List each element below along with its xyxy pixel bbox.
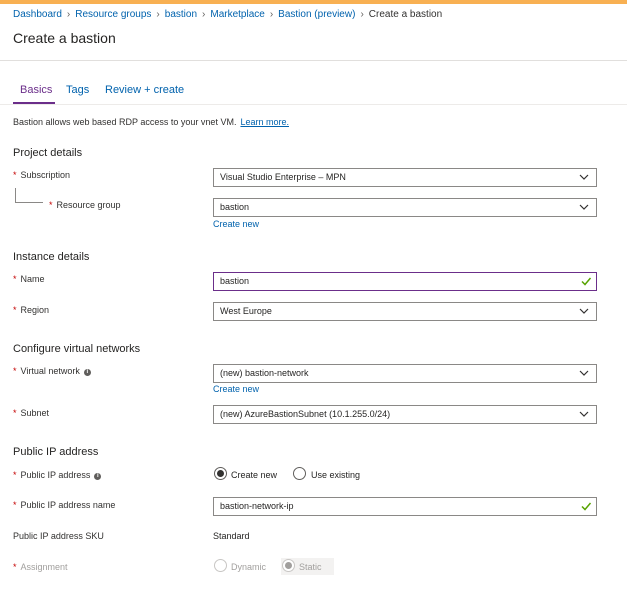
static-radio <box>282 559 295 572</box>
breadcrumb-dashboard[interactable]: Dashboard <box>13 9 62 20</box>
public-ip-name-label: * Public IP address name <box>13 500 115 510</box>
info-icon[interactable]: i <box>94 473 102 480</box>
breadcrumb-bastion[interactable]: bastion <box>165 9 197 20</box>
required-marker: * <box>13 470 17 480</box>
chevron-down-icon <box>579 204 589 210</box>
section-virtual-networks: Configure virtual networks <box>13 343 141 355</box>
resource-group-label-text: Resource group <box>56 200 121 210</box>
chevron-down-icon <box>579 370 589 376</box>
name-label-text: Name <box>20 274 45 284</box>
resource-group-label: * Resource group <box>49 200 121 210</box>
resource-group-create-new-link[interactable]: Create new <box>213 219 259 229</box>
virtual-network-create-new-link[interactable]: Create new <box>213 384 259 394</box>
required-marker: * <box>13 408 17 418</box>
dynamic-radio <box>214 559 227 572</box>
subnet-label: * Subnet <box>13 408 49 418</box>
breadcrumb-marketplace[interactable]: Marketplace <box>210 9 264 20</box>
create-new-radio[interactable] <box>214 467 227 480</box>
assignment-label-text: Assignment <box>20 562 68 572</box>
dynamic-radio-label: Dynamic <box>231 562 267 572</box>
subscription-label-text: Subscription <box>20 170 71 180</box>
breadcrumb-resource-groups[interactable]: Resource groups <box>75 9 151 20</box>
public-ip-sku-value: Standard <box>213 531 250 541</box>
required-marker: * <box>13 562 17 572</box>
tab-review-create[interactable]: Review + create <box>105 84 184 96</box>
checkmark-icon <box>581 502 592 511</box>
required-marker: * <box>13 366 17 376</box>
required-marker: * <box>49 200 53 210</box>
public-ip-sku-label: Public IP address SKU <box>13 531 104 541</box>
breadcrumb-separator: › <box>66 9 71 20</box>
virtual-network-dropdown[interactable]: (new) bastion-network <box>213 364 597 383</box>
required-marker: * <box>13 170 17 180</box>
public-ip-name-input[interactable]: bastion-network-ip <box>213 497 597 516</box>
breadcrumb-current: Create a bastion <box>368 9 443 20</box>
breadcrumb-separator: › <box>156 9 160 20</box>
info-icon[interactable]: i <box>83 369 91 376</box>
resource-group-dropdown[interactable]: bastion <box>213 198 597 217</box>
page-title: Create a bastion <box>13 30 116 46</box>
chevron-down-icon <box>579 308 589 314</box>
learn-more-link[interactable]: Learn more. <box>240 117 289 127</box>
tree-connector <box>15 202 43 203</box>
subnet-dropdown[interactable]: (new) AzureBastionSubnet (10.1.255.0/24) <box>213 405 597 424</box>
checkmark-icon <box>581 277 592 286</box>
virtual-network-label-text: Virtual network <box>20 366 80 376</box>
use-existing-radio[interactable] <box>293 467 306 480</box>
region-value: West Europe <box>220 306 272 316</box>
chevron-down-icon <box>579 411 589 417</box>
subscription-value: Visual Studio Enterprise – MPN <box>220 172 346 182</box>
region-label-text: Region <box>20 305 50 315</box>
required-marker: * <box>13 274 17 284</box>
intro-text: Bastion allows web based RDP access to y… <box>13 117 289 127</box>
subscription-label: * Subscription <box>13 170 70 180</box>
assignment-label: * Assignment <box>13 562 68 572</box>
breadcrumb-bastion-preview[interactable]: Bastion (preview) <box>278 9 355 20</box>
tab-divider <box>0 104 627 105</box>
public-ip-name-value: bastion-network-ip <box>220 501 294 511</box>
section-instance-details: Instance details <box>13 251 90 263</box>
virtual-network-value: (new) bastion-network <box>220 368 309 378</box>
breadcrumb-separator: › <box>202 9 206 20</box>
region-dropdown[interactable]: West Europe <box>213 302 597 321</box>
required-marker: * <box>13 305 17 315</box>
subnet-value: (new) AzureBastionSubnet (10.1.255.0/24) <box>220 409 391 419</box>
intro-description: Bastion allows web based RDP access to y… <box>13 117 237 127</box>
public-ip-label: * Public IP address i <box>13 470 102 480</box>
region-label: * Region <box>13 305 49 315</box>
breadcrumb-separator: › <box>269 9 274 20</box>
static-radio-label: Static <box>299 562 322 572</box>
name-value: bastion <box>220 276 250 286</box>
tree-connector <box>15 188 16 202</box>
subscription-dropdown[interactable]: Visual Studio Enterprise – MPN <box>213 168 597 187</box>
header-divider <box>0 60 627 61</box>
virtual-network-label: * Virtual network i <box>13 366 91 376</box>
section-public-ip: Public IP address <box>13 446 99 458</box>
chevron-down-icon <box>579 174 589 180</box>
portal-top-accent <box>0 0 627 4</box>
breadcrumb: Dashboard › Resource groups › bastion › Market… <box>13 9 442 20</box>
public-ip-label-text: Public IP address <box>20 470 91 480</box>
section-project-details: Project details <box>13 147 83 159</box>
create-new-radio-label[interactable]: Create new <box>231 470 277 480</box>
use-existing-radio-label[interactable]: Use existing <box>311 470 360 480</box>
subnet-label-text: Subnet <box>20 408 50 418</box>
name-label: * Name <box>13 274 45 284</box>
tab-basics[interactable]: Basics <box>20 84 52 96</box>
required-marker: * <box>13 500 17 510</box>
tab-tags[interactable]: Tags <box>66 84 89 96</box>
name-input[interactable]: bastion <box>213 272 597 291</box>
breadcrumb-separator: › <box>360 9 364 20</box>
resource-group-value: bastion <box>220 202 250 212</box>
public-ip-name-label-text: Public IP address name <box>20 500 116 510</box>
